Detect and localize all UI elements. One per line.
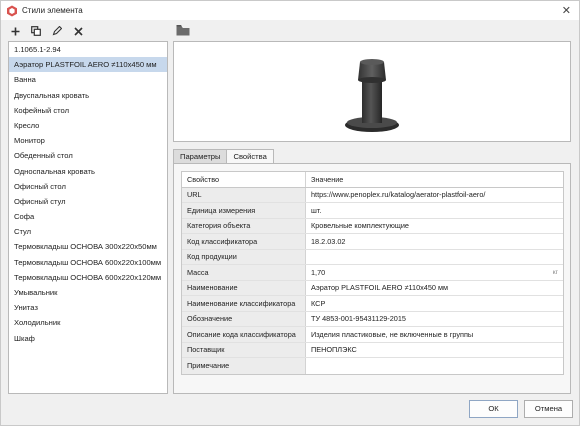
property-row[interactable]: Код продукции	[182, 249, 563, 265]
property-value[interactable]: https://www.penoplex.ru/katalog/aerator-…	[306, 188, 563, 203]
property-value-text: Кровельные комплектующие	[311, 221, 409, 231]
property-value-text: ПЕНОПЛЭКС	[311, 345, 357, 355]
property-row[interactable]: Единица измерения шт.	[182, 203, 563, 219]
app-logo-icon	[7, 5, 17, 17]
add-button[interactable]	[8, 24, 22, 38]
property-name: Примечание	[182, 358, 306, 374]
property-name: Категория объекта	[182, 218, 306, 233]
title-bar: Стили элемента ✕	[0, 0, 580, 20]
property-value[interactable]: ТУ 4853-001-95431129-2015	[306, 312, 563, 327]
property-value[interactable]	[306, 250, 563, 265]
property-value[interactable]: 1,70 кг	[306, 265, 563, 280]
tab-bar: Параметры Свойства	[173, 149, 274, 163]
list-item[interactable]: Монитор	[9, 133, 167, 148]
list-item[interactable]: Кофейный стол	[9, 103, 167, 118]
list-item[interactable]: Софа	[9, 209, 167, 224]
property-name: Единица измерения	[182, 203, 306, 218]
list-item[interactable]: Двуспальная кровать	[9, 88, 167, 103]
aerator-3d-preview-image	[345, 59, 399, 132]
property-value[interactable]: 18.2.03.02	[306, 234, 563, 249]
property-name: Наименование	[182, 280, 306, 295]
property-row[interactable]: Поставщик ПЕНОПЛЭКС	[182, 342, 563, 358]
list-item[interactable]: Аэратор PLASTFOIL AERO ≠110x450 мм	[9, 57, 167, 73]
add-icon	[11, 27, 19, 35]
copy-button[interactable]	[29, 24, 43, 38]
tab-properties[interactable]: Свойства	[226, 149, 274, 163]
toolbar	[8, 24, 85, 38]
header-property: Свойство	[182, 172, 306, 187]
list-item[interactable]: Офисный стол	[9, 179, 167, 194]
list-item[interactable]: Офисный стул	[9, 194, 167, 209]
list-item[interactable]: Односпальная кровать	[9, 164, 167, 179]
property-value[interactable]	[306, 358, 563, 374]
property-row[interactable]: Наименование классификатора КСР	[182, 296, 563, 312]
properties-panel: Свойство Значение URL https://www.penople…	[173, 163, 571, 394]
property-value[interactable]: шт.	[306, 203, 563, 218]
property-row[interactable]: Код классификатора 18.2.03.02	[182, 234, 563, 250]
property-value-text: шт.	[311, 205, 322, 215]
header-value: Значение	[311, 174, 344, 184]
property-value-text: Изделия пластиковые, не включенные в гру…	[311, 329, 474, 339]
list-item[interactable]: Умывальник	[9, 285, 167, 300]
property-name: URL	[182, 187, 306, 202]
property-row[interactable]: Обозначение ТУ 4853-001-95431129-2015	[182, 311, 563, 327]
property-row[interactable]: URL https://www.penoplex.ru/katalog/aerat…	[182, 187, 563, 203]
list-item[interactable]: Шкаф	[9, 331, 167, 346]
property-value-text: 1,70	[311, 267, 326, 277]
copy-icon	[31, 26, 41, 36]
property-unit: кг	[552, 268, 558, 276]
property-name: Поставщик	[182, 342, 306, 357]
property-name: Масса	[182, 265, 306, 280]
list-item[interactable]: Ванна	[9, 72, 167, 87]
property-row[interactable]: Наименование Аэратор PLASTFOIL AERO ≠110x…	[182, 280, 563, 296]
list-item[interactable]: Термовкладыш ОСНОВА 300x220x50мм	[9, 239, 167, 254]
preview-panel	[173, 41, 571, 142]
properties-grid: Свойство Значение URL https://www.penople…	[181, 171, 564, 375]
property-row[interactable]: Описание кода классификатора Изделия плас…	[182, 327, 563, 343]
list-item[interactable]: Кресло	[9, 118, 167, 133]
folder-icon[interactable]	[176, 24, 190, 36]
close-icon[interactable]: ✕	[562, 4, 571, 17]
ok-button[interactable]: ОК	[469, 400, 518, 418]
cancel-button[interactable]: Отмена	[524, 400, 573, 418]
list-item[interactable]: Холодильник	[9, 315, 167, 330]
delete-button[interactable]	[71, 24, 85, 38]
list-item[interactable]: Термовкладыш ОСНОВА 600x220x100мм	[9, 255, 167, 270]
list-item[interactable]: Обеденный стол	[9, 148, 167, 163]
property-name: Наименование классификатора	[182, 296, 306, 311]
property-value[interactable]: Кровельные комплектующие	[306, 219, 563, 234]
property-row[interactable]: Примечание	[182, 358, 563, 374]
list-item[interactable]: Унитаз	[9, 300, 167, 315]
edit-icon	[52, 26, 62, 36]
property-name: Обозначение	[182, 311, 306, 326]
list-item[interactable]: 1.1065.1-2.94	[9, 42, 167, 57]
tab-parameters[interactable]: Параметры	[173, 149, 228, 163]
property-value-text: Аэратор PLASTFOIL AERO ≠110x450 мм	[311, 283, 449, 293]
property-value-text: https://www.penoplex.ru/katalog/aerator-…	[311, 190, 486, 200]
edit-button[interactable]	[50, 24, 64, 38]
property-value[interactable]: КСР	[306, 296, 563, 311]
property-value[interactable]: Аэратор PLASTFOIL AERO ≠110x450 мм	[306, 281, 563, 296]
list-item[interactable]: Термовкладыш ОСНОВА 600x220x120мм	[9, 270, 167, 285]
property-name: Код классификатора	[182, 234, 306, 249]
property-value[interactable]: Изделия пластиковые, не включенные в гру…	[306, 327, 563, 342]
property-value-text: 18.2.03.02	[311, 236, 346, 246]
style-list[interactable]: 1.1065.1-2.94 Аэратор PLASTFOIL AERO ≠110…	[8, 41, 168, 394]
property-name: Описание кода классификатора	[182, 327, 306, 342]
property-value-text: КСР	[311, 298, 326, 308]
window-title: Стили элемента	[22, 6, 83, 15]
property-name: Код продукции	[182, 249, 306, 264]
property-row[interactable]: Категория объекта Кровельные комплектующи…	[182, 218, 563, 234]
property-row[interactable]: Масса 1,70 кг	[182, 265, 563, 281]
list-item[interactable]: Стул	[9, 224, 167, 239]
properties-header-row: Свойство Значение	[182, 172, 563, 188]
property-value[interactable]: ПЕНОПЛЭКС	[306, 343, 563, 358]
delete-icon	[73, 26, 83, 36]
property-value-text: ТУ 4853-001-95431129-2015	[311, 314, 406, 324]
